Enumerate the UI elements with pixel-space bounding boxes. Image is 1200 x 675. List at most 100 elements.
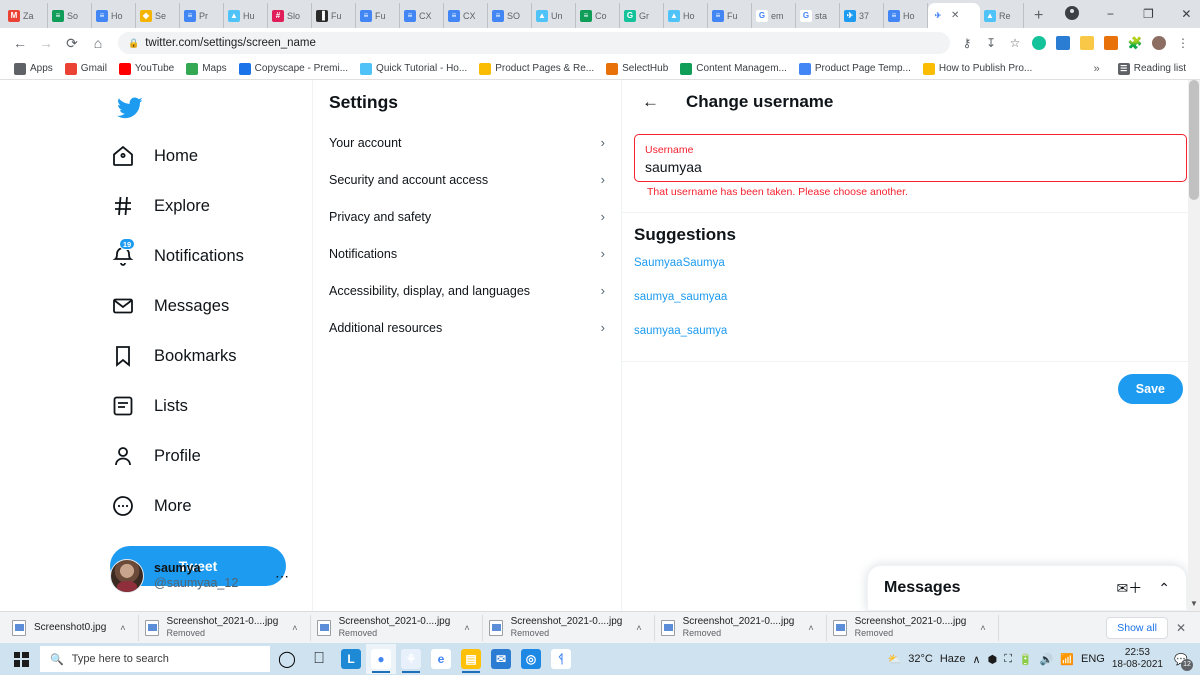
sidebar-item-lists[interactable]: Lists — [100, 386, 312, 426]
grammarly-ext-icon[interactable] — [1030, 34, 1048, 52]
messages-dock[interactable]: Messages ✉＋ ⌃ — [867, 565, 1187, 611]
download-item[interactable]: Screenshot_2021-0....jpg Removed ˄ — [311, 614, 483, 641]
back-arrow-icon[interactable]: ← — [642, 92, 660, 112]
sidebar-item-notifications[interactable]: 19 Notifications — [100, 236, 312, 276]
download-menu-caret[interactable]: ˄ — [464, 623, 469, 633]
wifi-icon[interactable]: 📶 — [1060, 653, 1074, 666]
browser-tab[interactable]: ✈ ✕ — [928, 3, 980, 28]
kebab-menu-icon[interactable]: ⋮ — [1174, 34, 1192, 52]
settings-row[interactable]: Accessibility, display, and languages › — [313, 272, 621, 309]
browser-tab[interactable]: ▲ Ho — [664, 3, 708, 28]
bookmark-item[interactable]: Product Pages & Re... — [473, 62, 600, 75]
browser-tab[interactable]: # Slo — [268, 3, 312, 28]
settings-row[interactable]: Additional resources › — [313, 309, 621, 346]
bookmark-item[interactable]: SelectHub — [600, 62, 674, 75]
close-download-shelf-button[interactable]: ✕ — [1168, 621, 1194, 635]
bookmark-item[interactable]: How to Publish Pro... — [917, 62, 1038, 75]
download-item[interactable]: Screenshot_2021-0....jpg Removed ˄ — [483, 614, 655, 641]
taskbar-clock[interactable]: 22:53 18-08-2021 — [1112, 647, 1163, 671]
file-explorer-icon[interactable]: ▤ — [456, 644, 486, 674]
download-item[interactable]: Screenshot0.jpg ˄ — [6, 614, 139, 641]
sidebar-item-home[interactable]: Home — [100, 136, 312, 176]
bookmark-item[interactable]: Apps — [8, 62, 59, 75]
username-suggestion[interactable]: saumyaa_saumya — [622, 313, 1199, 347]
close-window-button[interactable]: ✕ — [1167, 7, 1200, 21]
page-scrollbar[interactable]: ▲ ▼ — [1188, 80, 1200, 611]
home-button[interactable]: ⌂ — [86, 31, 110, 55]
browser-tab[interactable]: ≡ Co — [576, 3, 620, 28]
forward-button[interactable]: → — [34, 31, 58, 55]
browser-tab[interactable]: ≡ Ho — [884, 3, 928, 28]
download-item[interactable]: Screenshot_2021-0....jpg Removed ˄ — [139, 614, 311, 641]
browser-tab[interactable]: ▲ Un — [532, 3, 576, 28]
browser-tab[interactable]: ≡ Fu — [708, 3, 752, 28]
browser-tab[interactable]: ≡ CX — [400, 3, 444, 28]
download-menu-caret[interactable]: ˄ — [120, 623, 125, 633]
download-item[interactable]: Screenshot_2021-0....jpg Removed ˄ — [655, 614, 827, 641]
browser-tab[interactable]: ≡ So — [48, 3, 92, 28]
sidebar-item-messages[interactable]: Messages — [100, 286, 312, 326]
language-indicator[interactable]: ENG — [1081, 653, 1105, 665]
account-switcher[interactable]: saumya @saumyaa_12 ⋯ — [100, 553, 300, 599]
ellipsis-icon[interactable]: ⋯ — [275, 568, 290, 585]
teams-icon[interactable]: ⚘ — [396, 644, 426, 674]
back-button[interactable]: ← — [8, 31, 32, 55]
sidebar-item-profile[interactable]: Profile — [100, 436, 312, 476]
bookmark-star-icon[interactable]: ☆ — [1006, 34, 1024, 52]
task-view-icon[interactable]: ⎕ — [304, 644, 334, 674]
new-message-icon[interactable]: ✉＋ — [1117, 578, 1143, 598]
sidebar-item-explore[interactable]: Explore — [100, 186, 312, 226]
scroll-down-arrow[interactable]: ▼ — [1188, 599, 1200, 611]
browser-tab[interactable]: ▲ Re — [980, 3, 1024, 28]
key-icon[interactable]: ⚷ — [958, 34, 976, 52]
sidebar-item-bookmarks[interactable]: Bookmarks — [100, 336, 312, 376]
dropbox-icon[interactable]: ⬢ — [988, 653, 998, 666]
browser-tab[interactable]: Gem — [752, 3, 796, 28]
profile-avatar[interactable] — [1150, 34, 1168, 52]
bookmark-item[interactable]: Product Page Temp... — [793, 62, 917, 75]
lightshot-icon[interactable]: L — [336, 644, 366, 674]
username-field-wrapper[interactable]: Username — [634, 134, 1187, 182]
bookmark-item[interactable]: Content Managem... — [674, 62, 793, 75]
bookmarks-overflow-button[interactable]: » — [1090, 63, 1104, 75]
username-input[interactable] — [645, 157, 1176, 177]
close-tab-icon[interactable]: ✕ — [951, 10, 959, 21]
chrome-icon[interactable]: ● — [366, 644, 396, 674]
username-suggestion[interactable]: saumya_saumyaa — [622, 279, 1199, 313]
maximize-button[interactable]: ❐ — [1129, 7, 1167, 21]
bookmark-item[interactable]: Maps — [180, 62, 232, 75]
tray-expand-button[interactable]: ∧ — [973, 653, 981, 666]
volume-icon[interactable]: 🔊 — [1040, 653, 1054, 666]
calculator-ext-icon[interactable] — [1054, 34, 1072, 52]
install-icon[interactable]: ↧ — [982, 34, 1000, 52]
username-suggestion[interactable]: SaumyaaSaumya — [622, 245, 1199, 279]
download-menu-caret[interactable]: ˄ — [808, 623, 813, 633]
edge-icon[interactable]: e — [426, 644, 456, 674]
save-button[interactable]: Save — [1117, 374, 1183, 404]
chrome-profile-indicator[interactable] — [1053, 5, 1091, 23]
new-tab-button[interactable]: + — [1024, 7, 1053, 28]
reading-list-button[interactable]: ☰ Reading list — [1112, 62, 1192, 75]
chevron-up-double-icon[interactable]: ⌃ — [1158, 580, 1170, 597]
camera-icon[interactable]: ⛶ — [1004, 653, 1012, 666]
action-center-icon[interactable]: 💬 12 — [1170, 648, 1193, 671]
browser-tab[interactable]: G Gr — [620, 3, 664, 28]
bookmark-item[interactable]: Copyscape - Premi... — [233, 62, 354, 75]
download-menu-caret[interactable]: ˄ — [980, 623, 985, 633]
browser-tab[interactable]: ▲ Hu — [224, 3, 268, 28]
settings-row[interactable]: Privacy and safety › — [313, 198, 621, 235]
windows-start-icon[interactable] — [4, 644, 38, 674]
bookmark-item[interactable]: Quick Tutorial - Ho... — [354, 62, 473, 75]
browser-tab[interactable]: ◆ Se — [136, 3, 180, 28]
show-all-downloads-button[interactable]: Show all — [1106, 616, 1168, 639]
scrollbar-thumb[interactable] — [1189, 80, 1199, 200]
browser-tab[interactable]: Gsta — [796, 3, 840, 28]
download-menu-caret[interactable]: ˄ — [292, 623, 297, 633]
firefox-icon[interactable]: ᛩ — [546, 644, 576, 674]
browser-tab[interactable]: ≡ Pr — [180, 3, 224, 28]
bookmark-item[interactable]: Gmail — [59, 62, 113, 75]
taskbar-search-input[interactable]: 🔍 Type here to search — [40, 646, 270, 672]
sidebar-item-more[interactable]: More — [100, 486, 312, 526]
browser-tab[interactable]: ≡ Fu — [356, 3, 400, 28]
notes-ext-icon[interactable] — [1102, 34, 1120, 52]
